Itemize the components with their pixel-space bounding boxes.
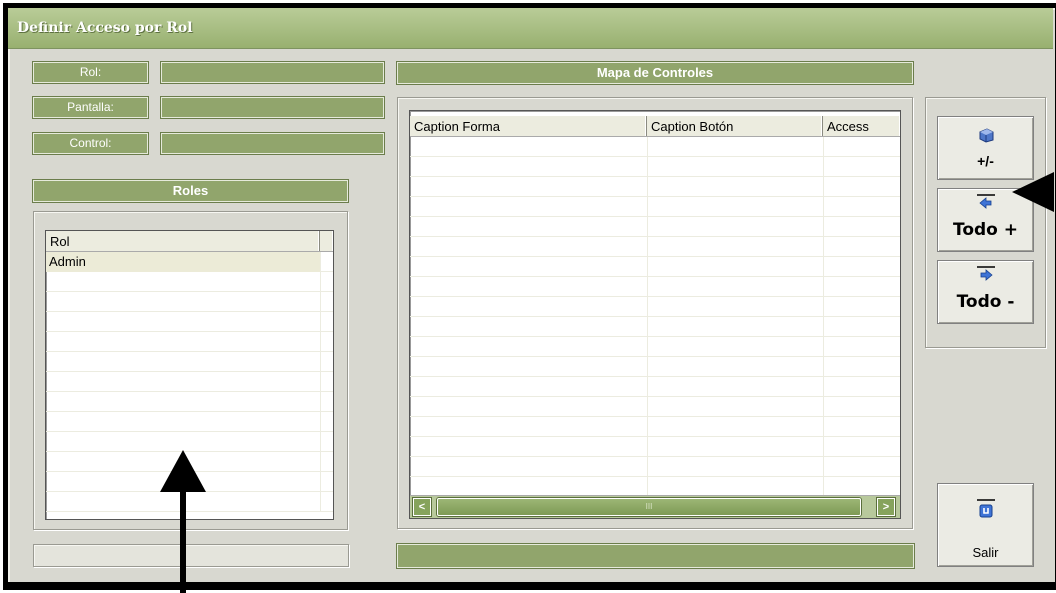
table-row[interactable] [410, 377, 900, 397]
table-row[interactable] [410, 137, 900, 157]
caption-boton-column-header[interactable]: Caption Botón [647, 116, 823, 136]
table-row[interactable] [46, 412, 333, 432]
mapa-header: Mapa de Controles [397, 62, 913, 84]
table-row[interactable] [410, 297, 900, 317]
cube-icon [979, 128, 993, 143]
table-row[interactable] [410, 477, 900, 497]
annotation-arrow-up-icon [160, 450, 206, 492]
left-status-bar [33, 544, 349, 567]
table-row[interactable] [46, 312, 333, 332]
arrow-right-icon [976, 266, 995, 281]
todo-minus-button[interactable]: Todo - [937, 260, 1034, 324]
salir-button[interactable]: Salir [937, 483, 1034, 567]
table-row[interactable] [410, 157, 900, 177]
caption-forma-column-header[interactable]: Caption Forma [410, 116, 647, 136]
roles-header: Roles [33, 180, 348, 202]
roles-grid-header: Rol [46, 231, 333, 252]
scroll-left-icon[interactable]: < [413, 498, 431, 516]
arrow-left-icon [976, 194, 995, 209]
table-row[interactable] [46, 272, 333, 292]
control-value-field[interactable] [161, 133, 384, 154]
table-row[interactable] [410, 317, 900, 337]
todo-plus-label: Todo + [952, 220, 1019, 240]
table-row[interactable] [46, 332, 333, 352]
table-row[interactable] [410, 237, 900, 257]
table-row[interactable] [46, 432, 333, 452]
control-label: Control: [33, 133, 148, 154]
table-row[interactable] [410, 337, 900, 357]
annotation-arrow-up-shaft [180, 488, 186, 593]
access-column-header[interactable]: Access [823, 116, 900, 136]
title-bar: Definir Acceso por Rol [8, 8, 1053, 49]
annotation-arrow-left-icon [1012, 172, 1054, 212]
mapa-rows [410, 137, 900, 497]
table-row[interactable] [46, 292, 333, 312]
window-title: Definir Acceso por Rol [17, 20, 193, 36]
toggle-button-label: +/- [977, 153, 994, 169]
table-row[interactable] [410, 197, 900, 217]
header-filler [320, 231, 333, 251]
exit-door-icon [976, 499, 995, 518]
table-row[interactable] [410, 277, 900, 297]
table-row[interactable] [46, 352, 333, 372]
pantalla-label: Pantalla: [33, 97, 148, 118]
table-row[interactable] [410, 437, 900, 457]
table-row[interactable] [410, 417, 900, 437]
mapa-grid-header: Caption Forma Caption Botón Access [410, 116, 900, 137]
todo-minus-label: Todo - [956, 292, 1015, 312]
table-row[interactable] [46, 372, 333, 392]
rol-value-field[interactable] [161, 62, 384, 83]
table-row[interactable] [410, 397, 900, 417]
right-status-bar [397, 544, 914, 568]
table-row[interactable] [410, 457, 900, 477]
table-row[interactable] [410, 177, 900, 197]
rol-label: Rol: [33, 62, 148, 83]
table-row[interactable] [410, 357, 900, 377]
salir-label: Salir [972, 545, 999, 560]
toggle-access-button[interactable]: +/- [937, 116, 1034, 180]
role-cell[interactable]: Admin [46, 252, 320, 272]
pantalla-value-field[interactable] [161, 97, 384, 118]
table-row[interactable] [46, 492, 333, 512]
horizontal-scrollbar[interactable]: < III > [410, 495, 900, 518]
scroll-thumb[interactable]: III [437, 498, 861, 516]
mapa-grid[interactable]: Caption Forma Caption Botón Access < III… [409, 110, 901, 519]
rol-column-header[interactable]: Rol [46, 231, 320, 251]
table-row[interactable] [410, 257, 900, 277]
scroll-right-icon[interactable]: > [877, 498, 895, 516]
table-row[interactable]: Admin [46, 252, 333, 272]
table-row[interactable] [410, 217, 900, 237]
table-row[interactable] [46, 392, 333, 412]
